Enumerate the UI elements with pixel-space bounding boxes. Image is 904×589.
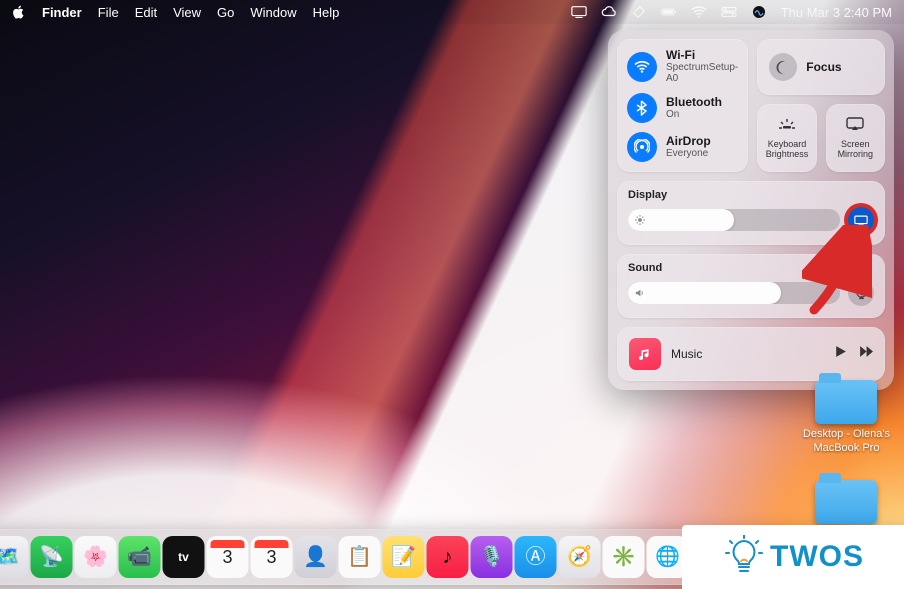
speaker-icon xyxy=(635,288,645,298)
bluetooth-icon xyxy=(627,93,657,123)
menubar-help[interactable]: Help xyxy=(313,5,340,20)
lightbulb-icon xyxy=(722,535,762,579)
moon-icon xyxy=(769,53,797,81)
menubar-view[interactable]: View xyxy=(173,5,201,20)
dock-appstore[interactable]: Ⓐ xyxy=(515,536,557,578)
cc-wifi-sub: SpectrumSetup-A0 xyxy=(666,62,738,84)
music-app-icon xyxy=(629,338,661,370)
cc-focus[interactable]: Focus xyxy=(757,39,885,95)
dock-calendar[interactable]: 3 xyxy=(207,536,249,578)
tool-status-icon[interactable] xyxy=(631,5,647,19)
menu-bar: Finder File Edit View Go Window Help Thu… xyxy=(0,0,904,24)
apple-menu-icon[interactable] xyxy=(12,5,26,19)
control-center-icon[interactable] xyxy=(721,5,737,19)
cc-now-playing[interactable]: Music xyxy=(617,327,885,381)
wifi-status-icon[interactable] xyxy=(691,5,707,19)
cc-display-tile: Display xyxy=(617,181,885,245)
display-settings-button[interactable] xyxy=(848,207,874,233)
airplay-audio-button[interactable] xyxy=(848,280,874,306)
dock-notes[interactable]: 📝 xyxy=(383,536,425,578)
dock-contacts[interactable]: 👤 xyxy=(295,536,337,578)
control-center-panel: Wi-FiSpectrumSetup-A0 BluetoothOn AirDro… xyxy=(608,30,894,390)
menubar-go[interactable]: Go xyxy=(217,5,234,20)
dock-facetime[interactable]: 📹 xyxy=(119,536,161,578)
cc-bt-sub: On xyxy=(666,109,722,120)
play-button[interactable] xyxy=(833,344,848,364)
cc-wifi-title: Wi-Fi xyxy=(666,49,738,62)
cc-bluetooth[interactable]: BluetoothOn xyxy=(627,93,738,123)
desktop-folder-macbook[interactable]: Desktop - Olena'sMacBook Pro xyxy=(803,380,890,456)
menubar-edit[interactable]: Edit xyxy=(135,5,157,20)
display-menu-icon[interactable] xyxy=(571,5,587,19)
battery-icon[interactable] xyxy=(661,5,677,19)
cc-bt-title: Bluetooth xyxy=(666,96,722,109)
dock-podcasts[interactable]: 🎙️ xyxy=(471,536,513,578)
cc-ad-title: AirDrop xyxy=(666,135,711,148)
dock-photos[interactable]: 🌸 xyxy=(75,536,117,578)
music-title: Music xyxy=(671,347,823,361)
cc-ad-sub: Everyone xyxy=(666,148,711,159)
screen-mirroring-icon xyxy=(845,116,865,137)
display-icon xyxy=(854,215,868,226)
dock-slack[interactable]: ✳️ xyxy=(603,536,645,578)
dock-maps[interactable]: 🗺️ xyxy=(0,536,29,578)
twos-text: TWOS xyxy=(770,540,864,574)
dock-findmy[interactable]: 📡 xyxy=(31,536,73,578)
folder-icon xyxy=(815,380,877,424)
cloud-status-icon[interactable] xyxy=(601,5,617,19)
dock-tv[interactable]: tv xyxy=(163,536,205,578)
cc-focus-label: Focus xyxy=(806,60,841,74)
cc-display-label: Display xyxy=(628,189,874,201)
menubar-datetime[interactable]: Thu Mar 3 2:40 PM xyxy=(781,5,892,20)
wifi-icon xyxy=(627,52,657,82)
sun-icon xyxy=(635,215,645,225)
cc-sound-tile: Sound xyxy=(617,254,885,318)
cc-wifi[interactable]: Wi-FiSpectrumSetup-A0 xyxy=(627,49,738,84)
dock-music[interactable]: ♪ xyxy=(427,536,469,578)
cc-screen-mirroring[interactable]: ScreenMirroring xyxy=(826,104,885,172)
connectivity-tile: Wi-FiSpectrumSetup-A0 BluetoothOn AirDro… xyxy=(617,39,748,172)
cc-airdrop[interactable]: AirDropEveryone xyxy=(627,132,738,162)
folder-icon xyxy=(815,480,877,524)
airplay-icon xyxy=(855,287,868,300)
dock-safari[interactable]: 🧭 xyxy=(559,536,601,578)
cc-sound-label: Sound xyxy=(628,262,874,274)
sound-volume-slider[interactable] xyxy=(628,282,840,304)
menubar-file[interactable]: File xyxy=(98,5,119,20)
dock-reminders[interactable]: 📋 xyxy=(339,536,381,578)
keyboard-brightness-icon xyxy=(777,116,797,137)
menubar-app-name[interactable]: Finder xyxy=(42,5,82,20)
twos-watermark: TWOS xyxy=(682,525,904,589)
next-track-button[interactable] xyxy=(858,344,873,364)
menubar-window[interactable]: Window xyxy=(250,5,296,20)
airdrop-icon xyxy=(627,132,657,162)
cc-keyboard-brightness[interactable]: KeyboardBrightness xyxy=(757,104,816,172)
siri-icon[interactable] xyxy=(751,5,767,19)
display-brightness-slider[interactable] xyxy=(628,209,840,231)
dock-calendar-alt[interactable]: 3 xyxy=(251,536,293,578)
